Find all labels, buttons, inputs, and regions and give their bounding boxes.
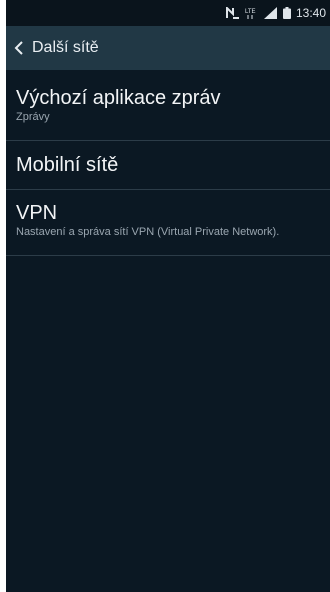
list-item-mobile-networks[interactable]: Mobilní sítě xyxy=(6,141,330,190)
nfc-icon xyxy=(225,7,240,19)
back-button[interactable]: Další sítě xyxy=(6,26,99,70)
list-item-title: Mobilní sítě xyxy=(16,154,119,176)
network-label: LTE xyxy=(245,9,256,15)
status-bar: LTE 13:40 xyxy=(6,0,330,26)
chevron-left-icon xyxy=(14,40,24,56)
lte-icon: LTE xyxy=(245,7,259,19)
battery-icon xyxy=(282,7,291,19)
page-title: Další sítě xyxy=(32,39,99,56)
list-item-title: VPN xyxy=(16,202,58,224)
signal-icon xyxy=(263,7,278,19)
action-bar: Další sítě xyxy=(6,26,330,70)
list-item-subtitle: Zprávy xyxy=(16,111,50,123)
status-icons: LTE 13:40 xyxy=(225,6,326,20)
list-item-title: Výchozí aplikace zpráv xyxy=(16,87,221,109)
list-item-subtitle: Nastavení a správa sítí VPN (Virtual Pri… xyxy=(16,226,280,238)
phone-screen: LTE 13:40 Další sítě Výchozí aplikace zp… xyxy=(6,0,330,592)
clock: 13:40 xyxy=(295,6,326,20)
list-item-vpn[interactable]: VPN Nastavení a správa sítí VPN (Virtual… xyxy=(6,190,330,256)
list-item-default-messaging-app[interactable]: Výchozí aplikace zpráv Zprávy xyxy=(6,70,330,141)
settings-list: Výchozí aplikace zpráv Zprávy Mobilní sí… xyxy=(6,70,330,256)
